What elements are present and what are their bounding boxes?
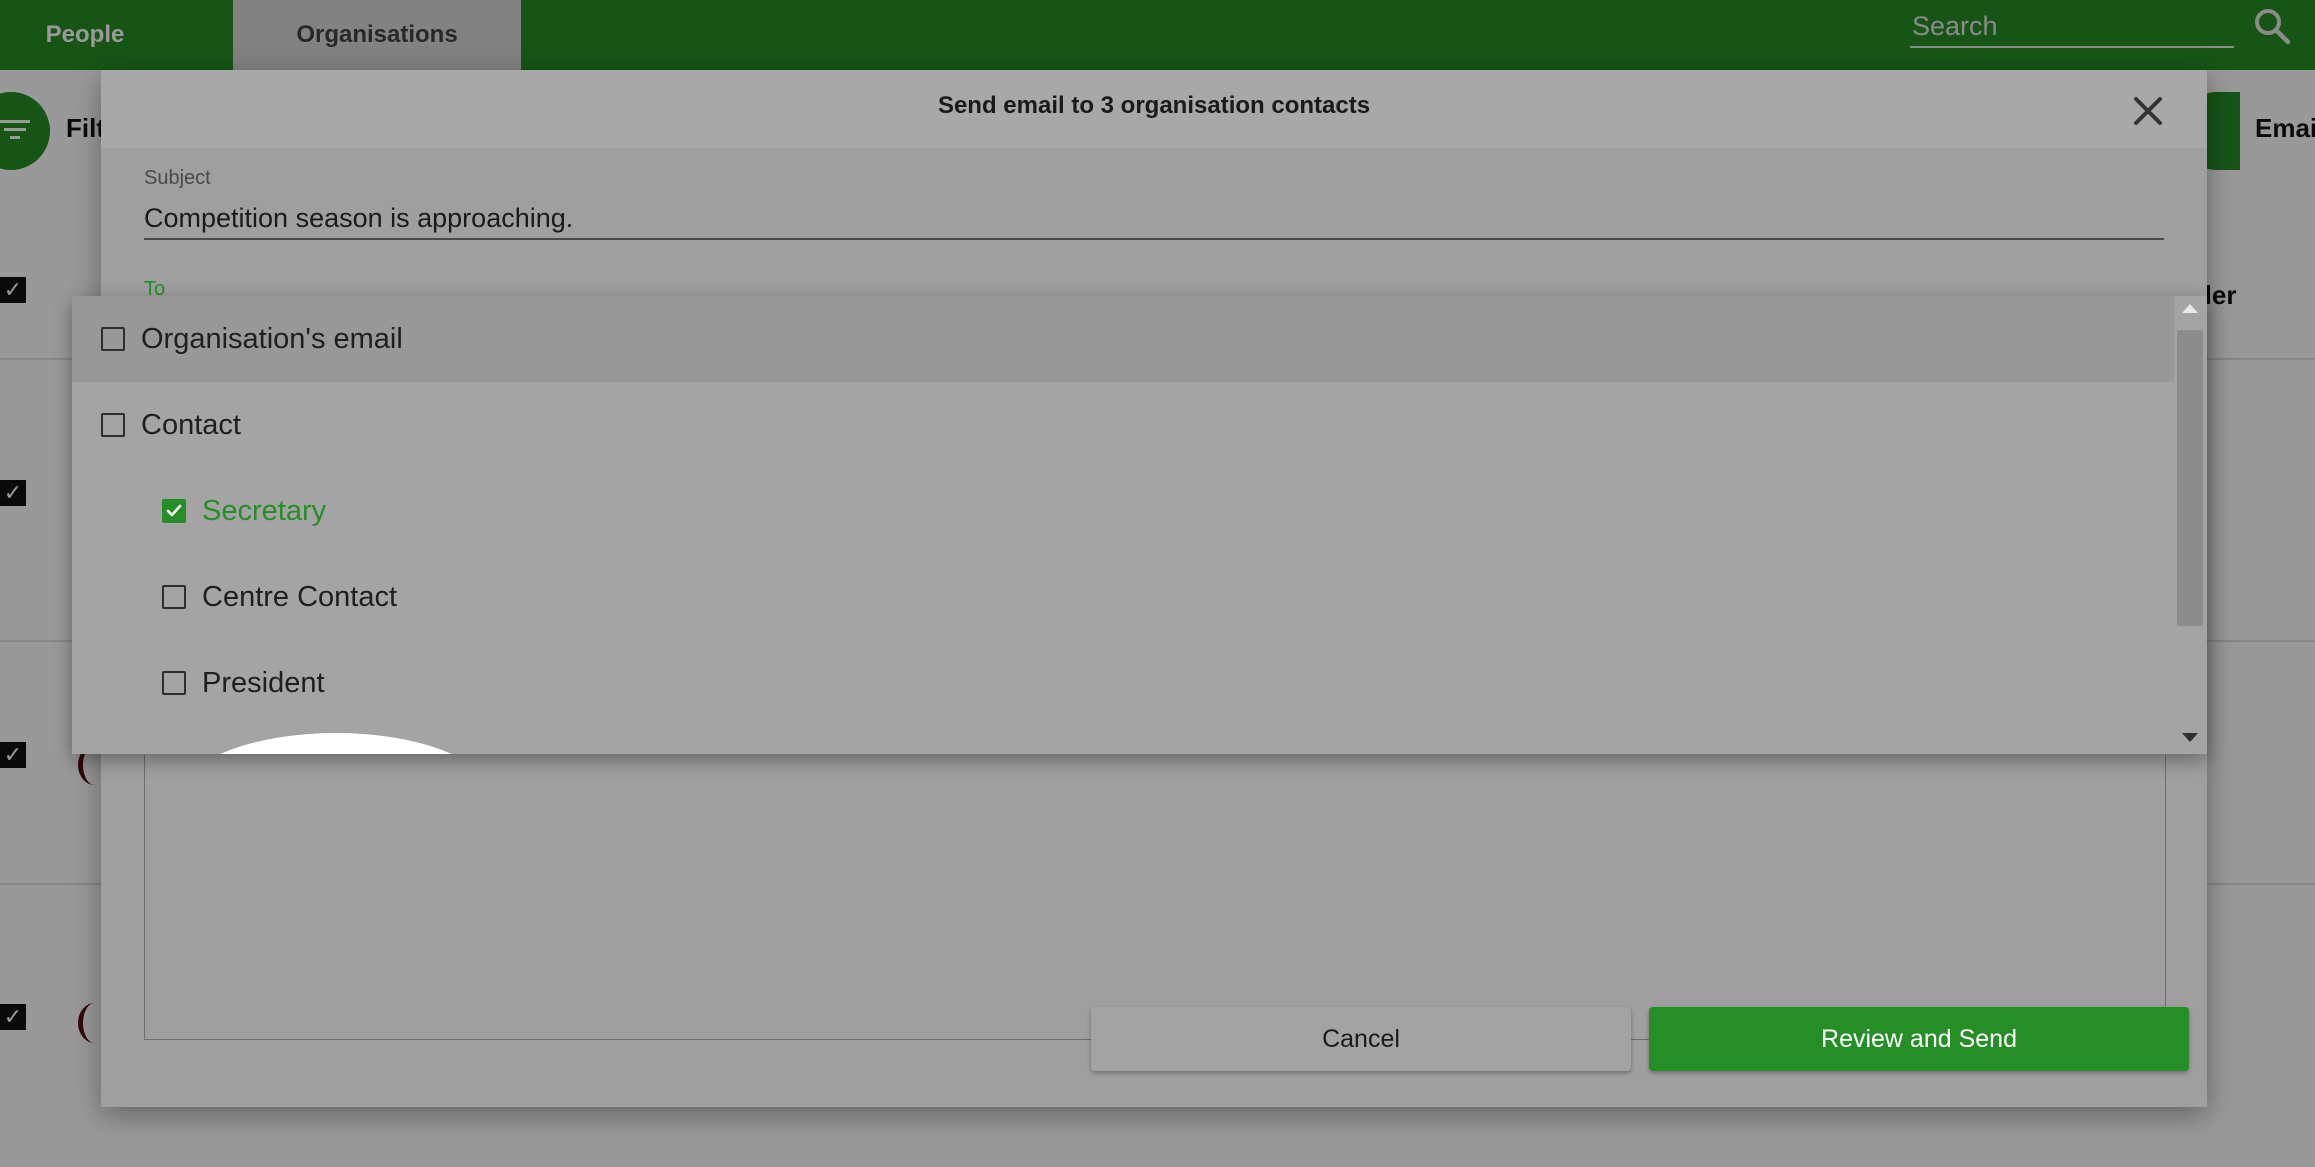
checkbox-checked[interactable]	[162, 499, 186, 523]
option-label: Organisation's email	[141, 322, 403, 355]
scroll-down-arrow-icon[interactable]	[2182, 733, 2198, 742]
recipient-dropdown: Organisation's email Contact Secretary C…	[72, 296, 2207, 754]
checkbox[interactable]	[101, 413, 125, 437]
scrollbar-thumb[interactable]	[2177, 330, 2203, 626]
subject-label: Subject	[144, 167, 211, 189]
app-root: People Organisations Filt Emai der ✓ ✓ ✓…	[0, 0, 2315, 1167]
option-label: President	[202, 666, 325, 699]
checkbox[interactable]	[101, 327, 125, 351]
highlight-ellipse	[180, 733, 492, 754]
option-contact[interactable]: Contact	[72, 382, 2203, 468]
cancel-button[interactable]: Cancel	[1091, 1007, 1631, 1071]
option-label: Centre Contact	[202, 580, 398, 613]
dialog-title: Send email to 3 organisation contacts	[937, 92, 1371, 119]
close-icon[interactable]	[2131, 94, 2165, 128]
checkbox[interactable]	[162, 585, 186, 609]
review-and-send-button[interactable]: Review and Send	[1649, 1007, 2189, 1071]
option-label: Contact	[141, 408, 241, 441]
message-body-field[interactable]	[144, 755, 2166, 1040]
option-organisations-email[interactable]: Organisation's email	[72, 296, 2203, 382]
scroll-up-arrow-icon[interactable]	[2182, 304, 2198, 313]
subject-input[interactable]	[144, 198, 2164, 240]
option-label: Secretary	[202, 494, 327, 527]
option-centre-contact[interactable]: Centre Contact	[72, 554, 2207, 640]
checkbox[interactable]	[162, 671, 186, 695]
check-icon	[166, 504, 182, 517]
option-secretary[interactable]: Secretary	[72, 468, 2207, 554]
option-president[interactable]: President	[72, 640, 2207, 726]
